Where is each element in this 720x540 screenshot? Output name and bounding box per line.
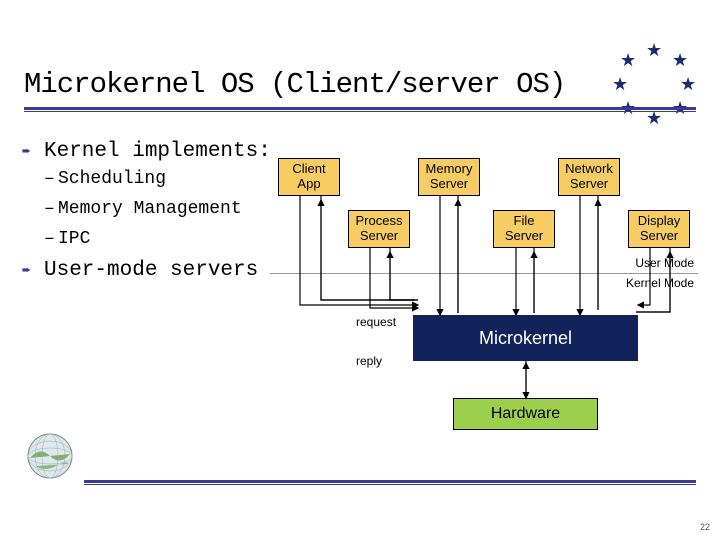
footer-rule: [84, 480, 696, 485]
label-request: request: [356, 315, 396, 329]
box-network-server: Network Server: [558, 158, 620, 196]
box-hardware: Hardware: [453, 398, 598, 430]
globe-icon: [26, 432, 74, 480]
box-file-server: File Server: [493, 210, 555, 248]
stars-decoration: ★ ★ ★ ★ ★ ★ ★ ★: [608, 40, 700, 132]
mode-divider: [270, 273, 698, 274]
box-display-server: Display Server: [628, 210, 690, 248]
page-number: 22: [700, 522, 710, 532]
label-kernel-mode: Kernel Mode: [626, 276, 694, 290]
title-underline: [24, 107, 696, 112]
box-process-server: Process Server: [348, 210, 410, 248]
slide-title: Microkernel OS (Client/server OS): [24, 68, 565, 101]
label-reply: reply: [356, 354, 382, 368]
bullet-list: Kernel implements: Scheduling Memory Man…: [24, 140, 279, 288]
bullet-kernel-implements: Kernel implements:: [24, 140, 279, 163]
box-client-app: Client App: [278, 158, 340, 196]
box-memory-server: Memory Server: [418, 158, 480, 196]
bullet-memory-management: Memory Management: [46, 199, 279, 219]
bullet-ipc: IPC: [46, 229, 279, 249]
architecture-diagram: Client App Memory Server Network Server …: [278, 150, 698, 480]
bullet-scheduling: Scheduling: [46, 169, 279, 189]
box-microkernel: Microkernel: [413, 315, 638, 361]
label-user-mode: User Mode: [635, 256, 694, 270]
bullet-user-mode-servers: User-mode servers: [24, 259, 279, 282]
slide: ★ ★ ★ ★ ★ ★ ★ ★ Microkernel OS (Client/s…: [0, 0, 720, 540]
